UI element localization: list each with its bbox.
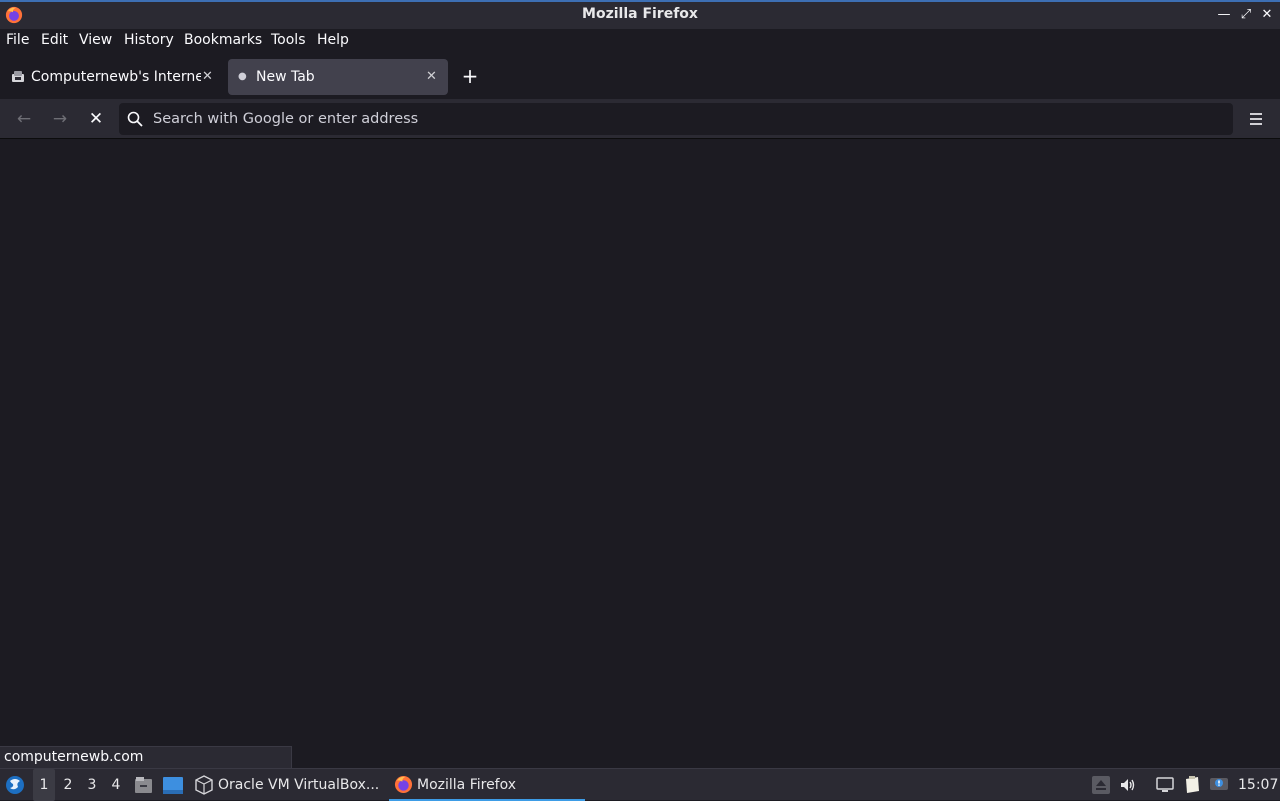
menu-view[interactable]: View <box>79 32 112 48</box>
hamburger-menu-icon[interactable] <box>1244 107 1268 131</box>
start-menu-icon[interactable] <box>5 775 25 795</box>
nav-toolbar: ← → ✕ <box>0 99 1280 139</box>
favicon-icon <box>12 71 24 82</box>
task-label: Mozilla Firefox <box>417 777 517 793</box>
tab-bar: Computernewb's Internet ✕ ● New Tab ✕ + <box>0 53 1280 99</box>
search-icon <box>127 111 143 127</box>
virtualbox-icon <box>195 775 213 795</box>
minimize-button[interactable]: — <box>1214 5 1234 25</box>
forward-button[interactable]: → <box>48 107 72 131</box>
url-input[interactable] <box>153 103 1223 135</box>
tab-close-icon[interactable]: ✕ <box>426 59 437 95</box>
menu-file[interactable]: File <box>6 32 29 48</box>
file-manager-icon[interactable] <box>134 776 153 794</box>
menu-edit[interactable]: Edit <box>41 32 68 48</box>
dot-icon: ● <box>238 71 247 82</box>
clock: 15:07 <box>1238 777 1279 793</box>
tab-new-tab[interactable]: ● New Tab ✕ <box>228 59 448 95</box>
url-bar[interactable] <box>119 103 1233 135</box>
menu-help[interactable]: Help <box>317 32 349 48</box>
status-link: computernewb.com <box>0 746 292 768</box>
workspace-1[interactable]: 1 <box>33 769 55 801</box>
tab-computernewb[interactable]: Computernewb's Internet ✕ <box>2 59 220 95</box>
task-label: Oracle VM VirtualBox... <box>218 777 380 793</box>
window-title: Mozilla Firefox <box>582 6 698 22</box>
eject-icon[interactable] <box>1092 776 1110 794</box>
workspace-4[interactable]: 4 <box>105 769 127 801</box>
new-tab-button[interactable]: + <box>458 65 482 89</box>
notification-icon[interactable] <box>1210 776 1228 794</box>
taskbar: 1 2 3 4 Oracle VM VirtualBox... Mozilla … <box>0 768 1280 801</box>
back-button[interactable]: ← <box>12 107 36 131</box>
menu-bookmarks[interactable]: Bookmarks <box>184 32 262 48</box>
workspace-2[interactable]: 2 <box>57 769 79 801</box>
menu-history[interactable]: History <box>124 32 174 48</box>
task-firefox[interactable]: Mozilla Firefox <box>389 769 585 801</box>
maximize-button[interactable]: ⤢ <box>1236 5 1256 25</box>
stop-button[interactable]: ✕ <box>84 107 108 131</box>
task-virtualbox[interactable]: Oracle VM VirtualBox... <box>194 769 384 801</box>
desktop-icon[interactable] <box>163 777 183 794</box>
tab-label: Computernewb's Internet <box>31 69 201 85</box>
firefox-icon <box>394 775 413 794</box>
menu-bar: File Edit View History Bookmarks Tools H… <box>0 29 1280 53</box>
volume-icon[interactable] <box>1119 776 1137 794</box>
close-window-button[interactable]: ✕ <box>1257 5 1277 25</box>
tab-close-icon[interactable]: ✕ <box>202 59 213 95</box>
network-icon[interactable] <box>1156 776 1174 794</box>
workspace-3[interactable]: 3 <box>81 769 103 801</box>
clipboard-icon[interactable] <box>1183 776 1201 794</box>
page-content <box>0 140 1280 768</box>
window-titlebar: Mozilla Firefox — ⤢ ✕ <box>0 0 1280 29</box>
menu-tools[interactable]: Tools <box>271 32 306 48</box>
tab-label: New Tab <box>256 69 315 85</box>
